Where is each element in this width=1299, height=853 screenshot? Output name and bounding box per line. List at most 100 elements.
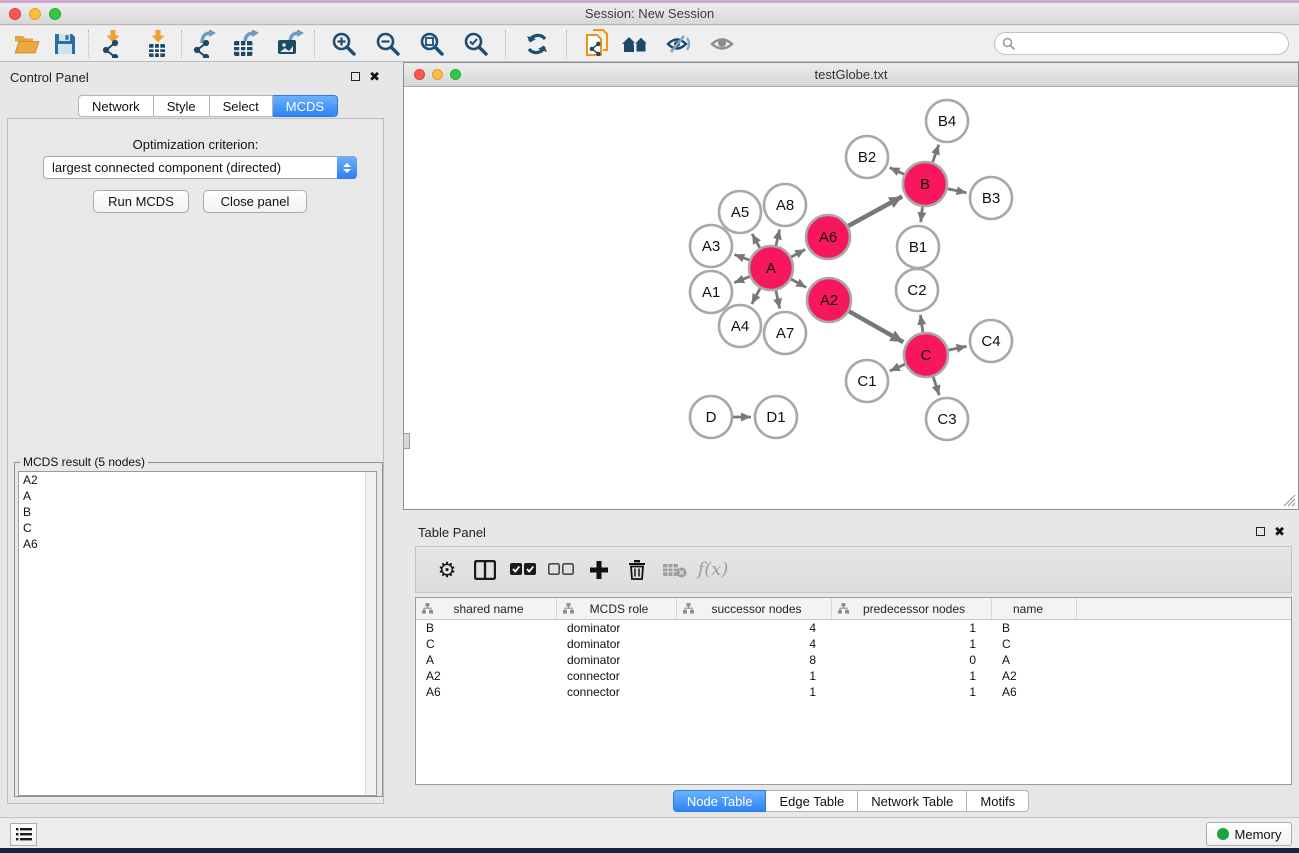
- tab-select[interactable]: Select: [210, 95, 273, 117]
- tab-node-table[interactable]: Node Table: [673, 790, 767, 812]
- edge-C-C4[interactable]: [948, 346, 966, 350]
- network-window-title-bar[interactable]: testGlobe.txt: [404, 63, 1298, 87]
- zoom-in-icon[interactable]: [325, 28, 363, 60]
- edge-A2-C[interactable]: [849, 311, 903, 342]
- mcds-result-item[interactable]: C: [19, 520, 376, 536]
- tab-edge-table[interactable]: Edge Table: [766, 790, 858, 812]
- edge-B-B4[interactable]: [933, 145, 939, 163]
- graph-node-B4[interactable]: B4: [926, 100, 968, 142]
- table-row[interactable]: A6connector11A6: [416, 684, 1291, 700]
- column-header-predecessor-nodes[interactable]: predecessor nodes: [832, 598, 992, 619]
- column-header-shared-name[interactable]: shared name: [416, 598, 557, 619]
- task-history-button[interactable]: [10, 823, 37, 846]
- column-header-successor-nodes[interactable]: successor nodes: [677, 598, 832, 619]
- mcds-result-item[interactable]: A2: [19, 472, 376, 488]
- close-panel-button[interactable]: Close panel: [203, 190, 307, 213]
- graph-node-C2[interactable]: C2: [896, 269, 938, 311]
- delete-table-icon[interactable]: [656, 552, 694, 588]
- import-table-icon[interactable]: [139, 28, 177, 60]
- delete-column-icon[interactable]: [618, 552, 656, 588]
- table-row[interactable]: A2connector11A2: [416, 668, 1291, 684]
- edge-A-A6[interactable]: [791, 249, 805, 257]
- open-session-icon[interactable]: [8, 28, 46, 60]
- graph-node-B2[interactable]: B2: [846, 136, 888, 178]
- edge-C-C3[interactable]: [933, 377, 939, 395]
- column-layout-icon[interactable]: [466, 552, 504, 588]
- zoom-out-icon[interactable]: [369, 28, 407, 60]
- tab-style[interactable]: Style: [154, 95, 210, 117]
- function-builder-icon[interactable]: f(x): [694, 552, 732, 588]
- edge-A-A5[interactable]: [752, 234, 760, 248]
- table-row[interactable]: Bdominator41B: [416, 620, 1291, 636]
- select-all-icon[interactable]: [504, 552, 542, 588]
- edge-A-A3[interactable]: [734, 255, 749, 260]
- add-column-icon[interactable]: [580, 552, 618, 588]
- zoom-selected-icon[interactable]: [457, 28, 495, 60]
- graph-node-A4[interactable]: A4: [719, 305, 761, 347]
- refresh-icon[interactable]: [518, 28, 556, 60]
- mcds-result-item[interactable]: A: [19, 488, 376, 504]
- search-input[interactable]: [1016, 33, 1288, 54]
- graph-node-D[interactable]: D: [690, 396, 732, 438]
- graph-node-B[interactable]: B: [903, 162, 947, 206]
- graph-node-C1[interactable]: C1: [846, 360, 888, 402]
- table-row[interactable]: Adominator80A: [416, 652, 1291, 668]
- close-panel-icon[interactable]: ✖: [1274, 527, 1285, 536]
- edge-B-B2[interactable]: [890, 168, 904, 175]
- edge-A-A2[interactable]: [791, 279, 806, 287]
- edge-A-A1[interactable]: [734, 277, 749, 283]
- graph-node-D1[interactable]: D1: [755, 396, 797, 438]
- graph-node-C3[interactable]: C3: [926, 398, 968, 440]
- graph-node-A3[interactable]: A3: [690, 225, 732, 267]
- close-panel-icon[interactable]: ✖: [369, 72, 380, 81]
- edge-A6-B[interactable]: [848, 196, 902, 226]
- graph-node-A5[interactable]: A5: [719, 191, 761, 233]
- network-graph[interactable]: B4B2BB3A8A5A6A3B1AA1C2A2A4A7C4CC1C3DD1: [404, 87, 1298, 509]
- import-network-icon[interactable]: [93, 28, 131, 60]
- network-canvas[interactable]: B4B2BB3A8A5A6A3B1AA1C2A2A4A7C4CC1C3DD1: [404, 87, 1298, 509]
- edge-B-B3[interactable]: [947, 189, 966, 193]
- mcds-result-item[interactable]: B: [19, 504, 376, 520]
- mcds-result-list[interactable]: A2ABCA6: [18, 471, 377, 796]
- first-neighbors-icon[interactable]: [617, 28, 655, 60]
- resize-grip-icon[interactable]: [1283, 494, 1296, 507]
- memory-button[interactable]: Memory: [1206, 822, 1292, 846]
- graph-node-A[interactable]: A: [749, 246, 793, 290]
- scrollbar-track[interactable]: [365, 472, 376, 795]
- column-header-name[interactable]: name: [992, 598, 1077, 619]
- zoom-fit-icon[interactable]: [413, 28, 451, 60]
- graph-node-A2[interactable]: A2: [807, 278, 851, 322]
- tab-network[interactable]: Network: [78, 95, 154, 117]
- tab-motifs[interactable]: Motifs: [967, 790, 1029, 812]
- graph-node-A7[interactable]: A7: [764, 312, 806, 354]
- search-box[interactable]: [994, 32, 1289, 55]
- column-header-MCDS-role[interactable]: MCDS role: [557, 598, 677, 619]
- show-all-icon[interactable]: [704, 28, 742, 60]
- edge-C-C1[interactable]: [890, 364, 905, 371]
- run-mcds-button[interactable]: Run MCDS: [93, 190, 189, 213]
- table-row[interactable]: Cdominator41C: [416, 636, 1291, 652]
- export-image-icon[interactable]: [272, 28, 310, 60]
- graph-node-A1[interactable]: A1: [690, 271, 732, 313]
- mcds-result-item[interactable]: A6: [19, 536, 376, 552]
- edge-A-A7[interactable]: [776, 290, 780, 308]
- tab-mcds[interactable]: MCDS: [273, 95, 338, 117]
- save-session-icon[interactable]: [46, 28, 84, 60]
- graph-node-C4[interactable]: C4: [970, 320, 1012, 362]
- float-panel-icon[interactable]: [1256, 527, 1265, 536]
- edge-A-A4[interactable]: [752, 288, 760, 304]
- hide-selected-icon[interactable]: [660, 28, 698, 60]
- graph-node-A6[interactable]: A6: [806, 215, 850, 259]
- graph-node-B3[interactable]: B3: [970, 177, 1012, 219]
- tab-network-table[interactable]: Network Table: [858, 790, 967, 812]
- float-panel-icon[interactable]: [351, 72, 360, 81]
- deselect-all-icon[interactable]: [542, 552, 580, 588]
- network-from-selection-icon[interactable]: [579, 28, 617, 60]
- edge-A-A8[interactable]: [776, 229, 780, 245]
- table-settings-icon[interactable]: ⚙: [428, 552, 466, 588]
- graph-node-C[interactable]: C: [904, 333, 948, 377]
- export-table-icon[interactable]: [228, 28, 266, 60]
- window-sash-grip[interactable]: [403, 433, 410, 449]
- edge-C-C2[interactable]: [920, 315, 922, 332]
- graph-node-A8[interactable]: A8: [764, 184, 806, 226]
